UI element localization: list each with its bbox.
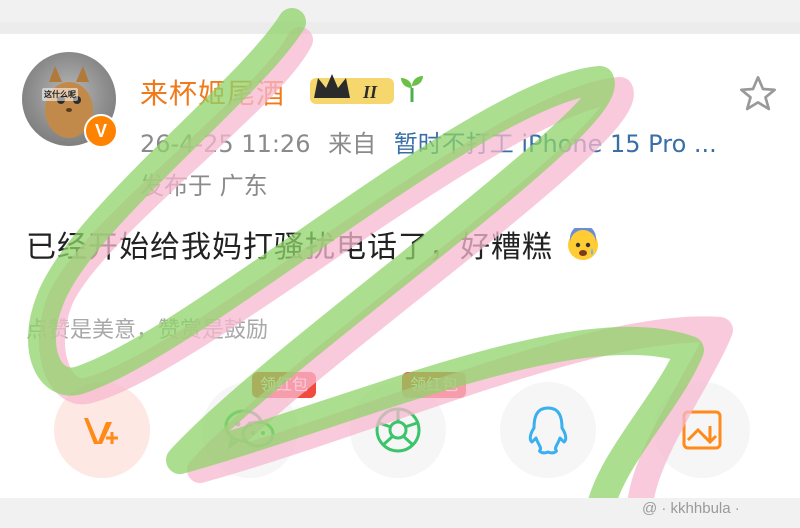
v-plus-icon (84, 418, 118, 444)
reward-slogan: 点赞是美意，赞赏是鼓励 (26, 318, 269, 343)
post-source-link[interactable]: 暂时不打工 iPhone 15 Pro ... (394, 130, 717, 158)
source-prefix: 来自 (328, 130, 377, 158)
top-background-strip (0, 0, 800, 22)
sprout-icon (398, 74, 426, 108)
qq-icon (528, 406, 568, 455)
moments-icon (375, 407, 421, 453)
red-packet-tag-wechat[interactable]: 领红包 (252, 372, 317, 398)
avatar-caption: 这什么呢 (42, 88, 78, 101)
red-packet-tag-moments[interactable]: 领红包 (402, 372, 467, 398)
post-text: 已经开始给我妈打骚扰电话了，好糟糕 (26, 230, 553, 265)
user-avatar[interactable]: 这什么呢 V (22, 52, 118, 148)
v-plus-button[interactable] (54, 382, 150, 478)
qq-share-button[interactable] (500, 382, 596, 478)
vip-crown-icon[interactable]: II (310, 72, 394, 110)
post-timestamp: 26-4-25 11:26 (140, 130, 311, 158)
save-image-icon (682, 410, 722, 450)
post-content: 已经开始给我妈打骚扰电话了，好糟糕 (26, 222, 600, 270)
watermark-text: @ · kkhhbula · (642, 500, 740, 517)
verified-badge-icon: V (84, 114, 118, 148)
wechat-icon (224, 409, 275, 450)
vip-level-text: II (362, 82, 378, 102)
post-location: 发布于 广东 (140, 172, 268, 200)
username[interactable]: 来杯姬尾酒 (140, 72, 285, 112)
post-meta-line: 26-4-25 11:26 来自 暂时不打工 iPhone 15 Pro ... (140, 124, 727, 159)
save-image-button[interactable] (654, 382, 750, 478)
anxious-face-emoji-icon (566, 224, 600, 270)
favorite-star-icon[interactable] (738, 74, 778, 118)
